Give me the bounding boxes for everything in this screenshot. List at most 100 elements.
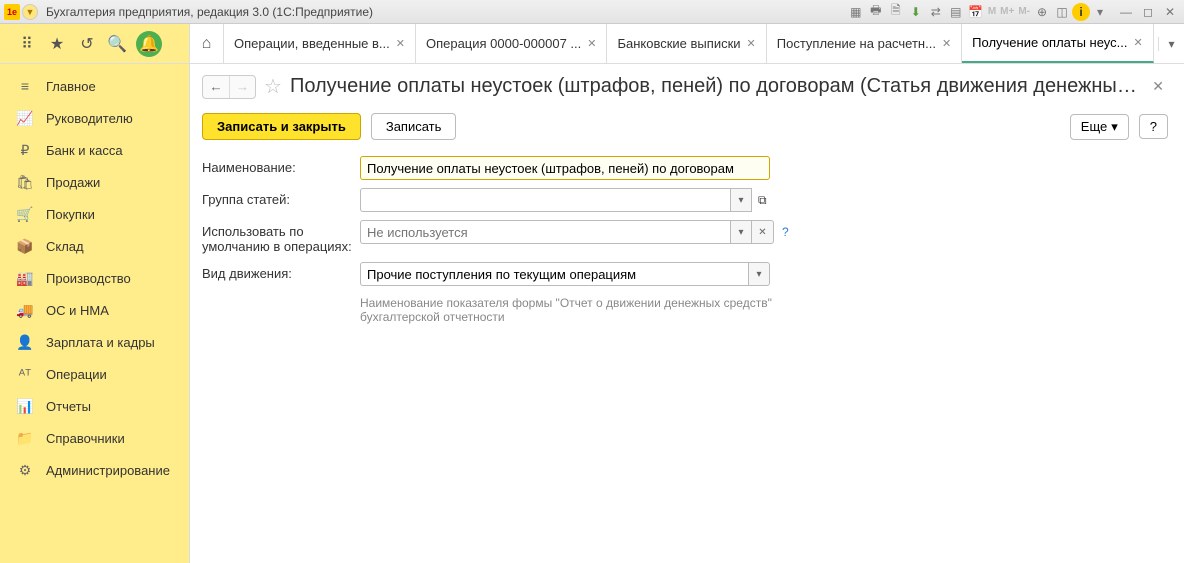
minimize-button[interactable]: — — [1116, 3, 1136, 21]
close-icon[interactable]: ✕ — [587, 37, 596, 50]
sidebar-item-catalogs[interactable]: 📁 Справочники — [0, 422, 189, 454]
tab-operation-0000-000007[interactable]: Операция 0000-000007 ... ✕ — [416, 24, 608, 63]
sidebar-item-production[interactable]: 🏭Производство — [0, 262, 189, 294]
sidebar-item-label: ОС и НМА — [46, 303, 109, 318]
sidebar-item-purchases[interactable]: 🛒Покупки — [0, 198, 189, 230]
tab-penalty-payment[interactable]: Получение оплаты неус... ✕ — [962, 24, 1154, 63]
nav-forward-button[interactable]: → — [229, 76, 255, 98]
mem-mminus-button[interactable]: M- — [1016, 3, 1032, 21]
menu-dropdown-icon[interactable]: ▾ — [1090, 3, 1110, 21]
close-icon[interactable]: ✕ — [1133, 36, 1142, 49]
group-label: Группа статей: — [202, 188, 360, 207]
sidebar-item-label: Зарплата и кадры — [46, 335, 155, 350]
box-icon: 📦 — [16, 237, 34, 255]
close-icon[interactable]: ✕ — [942, 37, 951, 50]
download-icon[interactable]: ⬇ — [906, 3, 926, 21]
default-label: Использовать по умолчанию в операциях: — [202, 220, 360, 254]
name-input[interactable] — [360, 156, 770, 180]
sidebar-item-operations[interactable]: ᴬᵀОперации — [0, 358, 189, 390]
app-logo-icon: 1e — [4, 4, 20, 20]
default-input[interactable] — [360, 220, 730, 244]
help-button[interactable]: ? — [1139, 114, 1168, 139]
tabs-overflow-button[interactable]: ▾ — [1158, 37, 1184, 51]
chart-icon: 📈 — [16, 109, 34, 127]
tab-label: Операции, введенные в... — [234, 36, 390, 51]
bag-icon: 🛍 — [16, 173, 34, 191]
maximize-button[interactable]: ◻ — [1138, 3, 1158, 21]
sidebar-item-label: Справочники — [46, 431, 125, 446]
page-close-button[interactable]: ✕ — [1148, 78, 1168, 95]
group-input[interactable] — [360, 188, 730, 212]
group-combo: ▾ — [360, 188, 752, 212]
sidebar-item-assets[interactable]: 🚚ОС и НМА — [0, 294, 189, 326]
save-and-close-button[interactable]: Записать и закрыть — [202, 113, 361, 140]
sidebar-item-label: Банк и касса — [46, 143, 123, 158]
folder-icon: 📁 — [16, 429, 34, 447]
tab-label: Поступление на расчетн... — [777, 36, 936, 51]
app-title: Бухгалтерия предприятия, редакция 3.0 (1… — [46, 5, 373, 19]
clear-button[interactable]: ✕ — [752, 220, 774, 244]
sidebar-item-hr[interactable]: 👤Зарплата и кадры — [0, 326, 189, 358]
notifications-icon[interactable]: 🔔 — [136, 31, 162, 57]
menu-icon: ≡ — [16, 77, 34, 95]
close-icon[interactable]: ✕ — [396, 37, 405, 50]
sidebar-item-admin[interactable]: ⚙Администрирование — [0, 454, 189, 486]
dropdown-button[interactable]: ▾ — [730, 220, 752, 244]
open-dialog-button[interactable]: ⧉ — [758, 193, 767, 208]
factory-icon: 🏭 — [16, 269, 34, 287]
home-tab[interactable]: ⌂ — [190, 24, 224, 63]
sidebar: ≡Главное 📈 Руководителю ₽ Банк и касса 🛍 Пр… — [0, 64, 190, 563]
mem-mplus-button[interactable]: M+ — [998, 3, 1016, 21]
sidebar-item-label: Руководителю — [46, 111, 133, 126]
sidebar-item-label: Продажи — [46, 175, 100, 190]
mem-m-button[interactable]: M — [986, 3, 998, 21]
dropdown-icon[interactable]: ▼ — [22, 4, 38, 20]
panel-icon[interactable]: ◫ — [1052, 3, 1072, 21]
sidebar-item-sales[interactable]: 🛍 Продажи — [0, 166, 189, 198]
preview-icon[interactable]: ▦ — [846, 3, 866, 21]
tab-label: Получение оплаты неус... — [972, 35, 1127, 50]
compare-icon[interactable]: ⇄ — [926, 3, 946, 21]
more-label: Еще — [1081, 119, 1107, 134]
nav-back-button[interactable]: ← — [203, 76, 229, 98]
sidebar-item-label: Операции — [46, 367, 107, 382]
page-title: Получение оплаты неустоек (штрафов, пене… — [290, 75, 1140, 98]
sidebar-item-warehouse[interactable]: 📦 Склад — [0, 230, 189, 262]
close-icon[interactable]: ✕ — [747, 37, 756, 50]
default-combo: ▾ ✕ — [360, 220, 774, 244]
sidebar-item-bank[interactable]: ₽ Банк и касса — [0, 134, 189, 166]
titlebar: 1e ▼ Бухгалтерия предприятия, редакция 3… — [0, 0, 1184, 24]
close-window-button[interactable]: ✕ — [1160, 3, 1180, 21]
sidebar-item-label: Склад — [46, 239, 84, 254]
history-icon[interactable]: ↺ — [76, 33, 98, 55]
movement-input[interactable] — [360, 262, 748, 286]
sidebar-item-label: Отчеты — [46, 399, 91, 414]
print-icon[interactable]: 🖶 — [866, 3, 886, 21]
save-button[interactable]: Записать — [371, 113, 457, 140]
help-icon[interactable]: ? — [782, 225, 789, 239]
sidebar-item-label: Покупки — [46, 207, 95, 222]
sidebar-item-main[interactable]: ≡Главное — [0, 70, 189, 102]
info-icon[interactable]: i — [1072, 3, 1090, 21]
ruble-icon: ₽ — [16, 141, 34, 159]
tab-operations-entered[interactable]: Операции, введенные в... ✕ — [224, 24, 416, 63]
zoom-icon[interactable]: ⊕ — [1032, 3, 1052, 21]
tab-bank-statements[interactable]: Банковские выписки ✕ — [607, 24, 766, 63]
chevron-down-icon: ▾ — [1111, 119, 1118, 135]
sidebar-item-reports[interactable]: 📊Отчеты — [0, 390, 189, 422]
sidebar-item-manager[interactable]: 📈 Руководителю — [0, 102, 189, 134]
dropdown-button[interactable]: ▾ — [748, 262, 770, 286]
favorite-star-icon[interactable]: ☆ — [264, 74, 282, 99]
movement-combo: ▾ — [360, 262, 770, 286]
dropdown-button[interactable]: ▾ — [730, 188, 752, 212]
calculator-icon[interactable]: ▤ — [946, 3, 966, 21]
doc-icon[interactable]: 🗎 — [886, 3, 906, 21]
favorite-icon[interactable]: ★ — [46, 33, 68, 55]
name-label: Наименование: — [202, 156, 360, 175]
more-button[interactable]: Еще ▾ — [1070, 114, 1129, 140]
apps-icon[interactable]: ⠿ — [16, 33, 38, 55]
calendar-icon[interactable]: 📅 — [966, 3, 986, 21]
gear-icon: ⚙ — [16, 461, 34, 479]
search-icon[interactable]: 🔍 — [106, 33, 128, 55]
tab-incoming-payment[interactable]: Поступление на расчетн... ✕ — [767, 24, 962, 63]
